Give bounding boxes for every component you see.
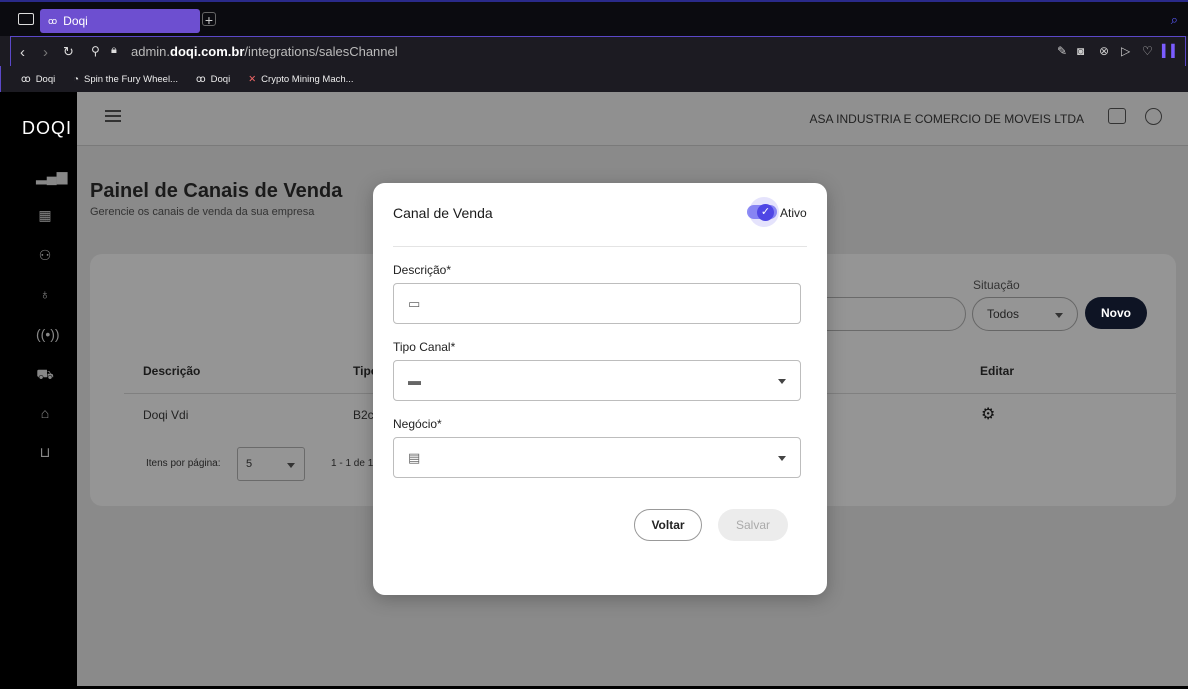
broadcast-icon[interactable]: ((•)) (36, 326, 60, 344)
wheel-favicon-icon: ◔ (73, 73, 79, 85)
tab-title: Doqi (63, 14, 88, 28)
doqi-favicon-icon: ꝏ (195, 73, 206, 85)
back-button[interactable]: Voltar (634, 509, 702, 541)
account-icon[interactable] (1145, 108, 1162, 125)
check-icon[interactable]: ✓ (757, 204, 774, 221)
truck-icon[interactable]: ⛟ (36, 366, 54, 384)
cell-tipo: B2c (353, 408, 374, 422)
bookmark-item[interactable]: ꝏ Doqi (21, 74, 55, 85)
dialog-divider (393, 246, 807, 247)
doqi-favicon-icon: ꝏ (21, 73, 31, 85)
page-subtitle: Gerencie os canais de venda da sua empre… (90, 206, 315, 218)
lock-icon: 🔒︎ (111, 44, 117, 56)
building-icon[interactable]: ▦ (36, 207, 54, 225)
search-icon[interactable]: ⌕ (1171, 12, 1178, 28)
app-logo[interactable]: DOQI (22, 118, 72, 139)
negocio-select[interactable]: ▤ (393, 437, 801, 478)
status-filter-select[interactable]: Todos (972, 297, 1078, 331)
back-icon[interactable]: ‹ (20, 44, 25, 61)
groups-icon[interactable]: ⚇ (36, 247, 54, 265)
cart-icon[interactable]: ⊔ (36, 444, 54, 462)
site-settings-icon[interactable]: ⚲ (91, 44, 100, 58)
inbox-icon[interactable] (1108, 108, 1126, 124)
users-icon[interactable]: ♁ (36, 286, 54, 304)
shopping-bag-icon[interactable]: ⌂ (36, 405, 54, 423)
dialog-title: Canal de Venda (393, 205, 493, 221)
top-bar: ASA INDUSTRIA E COMERCIO DE MOVEIS LTDA (77, 92, 1188, 146)
items-per-page-label: Itens por página: (146, 458, 221, 469)
store-icon: ▤ (408, 450, 421, 465)
url-text[interactable]: admin.doqi.com.br/integrations/salesChan… (131, 44, 398, 59)
dashboard-icon[interactable]: ▂▄▆ (36, 168, 67, 186)
tab-strip: ꝏ Doqi + ⌕ (0, 0, 1188, 36)
doqi-favicon-icon: ꝏ (48, 15, 58, 26)
app-sidebar: DOQI ▂▄▆ ▦ ⚇ ♁ ((•)) ⛟ ⌂ ⊔ (10, 92, 77, 686)
tipo-canal-select[interactable]: ▬ (393, 360, 801, 401)
camera-icon[interactable]: ◙ (1077, 44, 1084, 58)
address-bar[interactable]: ‹ › ↻ ⚲ 🔒︎ admin.doqi.com.br/integration… (10, 36, 1186, 66)
column-header-descricao[interactable]: Descrição (143, 364, 200, 378)
toggle-label: Ativo (780, 206, 807, 220)
shield-icon[interactable]: ⊗ (1099, 44, 1109, 58)
filter-label: Situação (973, 278, 1020, 292)
forward-icon[interactable]: › (43, 44, 48, 61)
edit-icon[interactable]: ✎ (1057, 44, 1067, 58)
gear-icon[interactable]: ⚙ (981, 404, 995, 424)
browser-chrome: ꝏ Doqi + ⌕ ‹ › ↻ ⚲ 🔒︎ admin.doqi.com.br/… (0, 0, 1188, 92)
save-button[interactable]: Salvar (718, 509, 788, 541)
tab-overview-icon[interactable] (18, 13, 34, 25)
chevron-down-icon (778, 456, 786, 461)
field-label-descricao: Descrição* (393, 263, 452, 277)
sidebar-toggle-icon[interactable]: ▍▍ (1162, 44, 1180, 58)
pagination-range: 1 - 1 de 1 (331, 458, 374, 469)
monitor-icon: ▭ (408, 296, 421, 311)
reload-icon[interactable]: ↻ (63, 44, 74, 60)
send-icon[interactable]: ▷ (1121, 44, 1130, 58)
descricao-input[interactable]: ▭ (393, 283, 801, 324)
chevron-down-icon (778, 379, 786, 384)
heart-icon[interactable]: ♡ (1142, 44, 1153, 58)
column-header-editar: Editar (980, 364, 1015, 378)
bookmark-item[interactable]: ✕ Crypto Mining Mach... (248, 74, 353, 85)
browser-tab[interactable]: ꝏ Doqi (40, 9, 200, 33)
field-label-tipo-canal: Tipo Canal* (393, 340, 456, 354)
crypto-favicon-icon: ✕ (248, 73, 257, 85)
company-name[interactable]: ASA INDUSTRIA E COMERCIO DE MOVEIS LTDA (810, 112, 1085, 126)
new-tab-button[interactable]: + (202, 12, 216, 27)
bookmark-item[interactable]: ◔ Spin the Fury Wheel... (73, 74, 178, 85)
cell-descricao: Doqi Vdi (143, 408, 189, 422)
bookmark-item[interactable]: ꝏ Doqi (196, 74, 230, 85)
items-per-page-select[interactable]: 5 (237, 447, 305, 481)
new-channel-button[interactable]: Novo (1085, 297, 1147, 329)
field-label-negocio: Negócio* (393, 417, 442, 431)
menu-icon[interactable] (105, 110, 121, 122)
briefcase-icon: ▬ (408, 373, 421, 388)
bookmarks-bar: ꝏ Doqi ◔ Spin the Fury Wheel... ꝏ Doqi ✕ Cry… (0, 66, 1188, 92)
sales-channel-dialog: Canal de Venda ✓ Ativo Descrição* ▭ Tipo… (373, 183, 827, 595)
page-title: Painel de Canais de Venda (90, 180, 343, 202)
